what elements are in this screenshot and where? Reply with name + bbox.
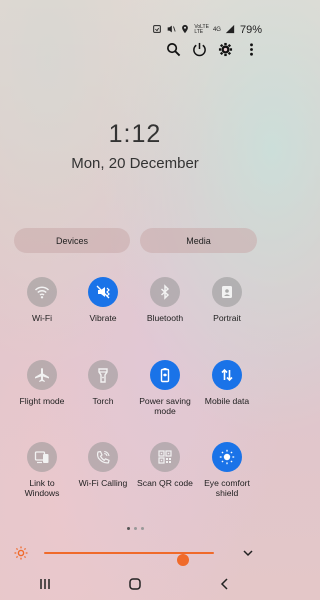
tile-label: Wi-Fi Calling: [78, 478, 128, 488]
quick-tile-eye-comfort[interactable]: Eye comfort shield: [196, 442, 258, 498]
clock-time: 1:12: [108, 120, 162, 148]
clock-date: Mon, 20 December: [71, 155, 199, 172]
vibrate-icon: [95, 284, 111, 300]
search-button[interactable]: [162, 38, 184, 60]
quick-panel-actions: [162, 38, 262, 60]
recents-icon: [40, 579, 50, 589]
tile-label: Bluetooth: [146, 313, 184, 323]
media-button[interactable]: Media: [140, 228, 257, 253]
page-dot: [140, 527, 144, 530]
notification-icon: [152, 24, 162, 37]
devices-button[interactable]: Devices: [14, 228, 130, 253]
tile-toggle[interactable]: [88, 277, 118, 307]
tile-toggle[interactable]: [27, 442, 57, 472]
bluetooth-icon: [157, 284, 173, 300]
back-button[interactable]: [205, 572, 245, 596]
gear-icon: [218, 42, 232, 56]
tile-toggle[interactable]: [27, 277, 57, 307]
home-button[interactable]: [115, 572, 155, 596]
brightness-icon: [14, 546, 28, 560]
home-icon: [129, 578, 141, 590]
power-icon: [192, 42, 206, 56]
tile-toggle[interactable]: [88, 360, 118, 390]
eye-comfort-icon: [219, 449, 235, 465]
tile-label: Wi-Fi: [31, 313, 53, 323]
link-to-windows-icon: [34, 449, 50, 465]
quick-tile-qr-code[interactable]: Scan QR code: [134, 442, 196, 488]
tile-toggle[interactable]: [212, 360, 242, 390]
tile-label: Portrait: [213, 313, 241, 323]
signal-icon: [225, 24, 235, 37]
recents-button[interactable]: [25, 572, 65, 596]
quick-tile-airplane[interactable]: Flight mode: [11, 360, 73, 406]
navigation-bar: [0, 572, 270, 596]
quick-tile-vibrate[interactable]: Vibrate: [72, 277, 134, 323]
power-button[interactable]: [188, 38, 210, 60]
tile-label: Flight mode: [19, 396, 65, 406]
quick-tile-portrait[interactable]: Portrait: [196, 277, 258, 323]
brightness-slider-thumb[interactable]: [177, 554, 190, 566]
quick-tile-link-to-windows[interactable]: Link to Windows: [11, 442, 73, 498]
power-saving-icon: [157, 367, 173, 383]
quick-tile-bluetooth[interactable]: Bluetooth: [134, 277, 196, 323]
tile-toggle[interactable]: [27, 360, 57, 390]
settings-button[interactable]: [214, 38, 236, 60]
portrait-icon: [219, 284, 235, 300]
battery-percent: 79%: [239, 24, 262, 36]
wifi-icon: [34, 284, 50, 300]
wifi-calling-icon: [95, 449, 111, 465]
mobile-data-icon: [219, 367, 235, 383]
chevron-down-icon[interactable]: [242, 547, 254, 559]
quick-tile-torch[interactable]: Torch: [72, 360, 134, 406]
location-icon: [180, 24, 190, 37]
network-type: 4G: [212, 26, 221, 33]
more-options-button[interactable]: [240, 38, 262, 60]
quick-tile-wifi[interactable]: Wi-Fi: [11, 277, 73, 323]
volte-indicator: VoLTE LTE: [194, 24, 209, 35]
airplane-icon: [34, 367, 50, 383]
torch-icon: [95, 367, 111, 383]
search-icon: [166, 42, 180, 56]
more-vertical-icon: [249, 42, 253, 56]
tile-toggle[interactable]: [150, 360, 180, 390]
tile-label: Eye comfort shield: [204, 478, 250, 498]
tile-label: Power saving mode: [139, 396, 191, 416]
status-bar: VoLTE LTE 4G 79%: [152, 20, 262, 40]
tile-toggle[interactable]: [88, 442, 118, 472]
mute-icon: [166, 24, 176, 37]
qr-code-icon: [157, 449, 173, 465]
page-dot: [133, 527, 137, 530]
page-indicator: [0, 527, 270, 530]
tile-label: Vibrate: [89, 313, 117, 323]
quick-tile-mobile-data[interactable]: Mobile data: [196, 360, 258, 406]
tile-toggle[interactable]: [212, 442, 242, 472]
brightness-control: [14, 545, 254, 566]
back-icon: [220, 578, 228, 590]
tile-label: Link to Windows: [24, 478, 60, 498]
tile-toggle[interactable]: [150, 442, 180, 472]
brightness-slider[interactable]: [44, 552, 214, 566]
tile-toggle[interactable]: [212, 277, 242, 307]
quick-tile-power-saving[interactable]: Power saving mode: [134, 360, 196, 416]
quick-tile-wifi-calling[interactable]: Wi-Fi Calling: [72, 442, 134, 488]
page-dot: [126, 527, 130, 530]
tile-label: Torch: [92, 396, 114, 406]
tile-label: Mobile data: [204, 396, 250, 406]
tile-label: Scan QR code: [137, 478, 193, 488]
tile-toggle[interactable]: [150, 277, 180, 307]
